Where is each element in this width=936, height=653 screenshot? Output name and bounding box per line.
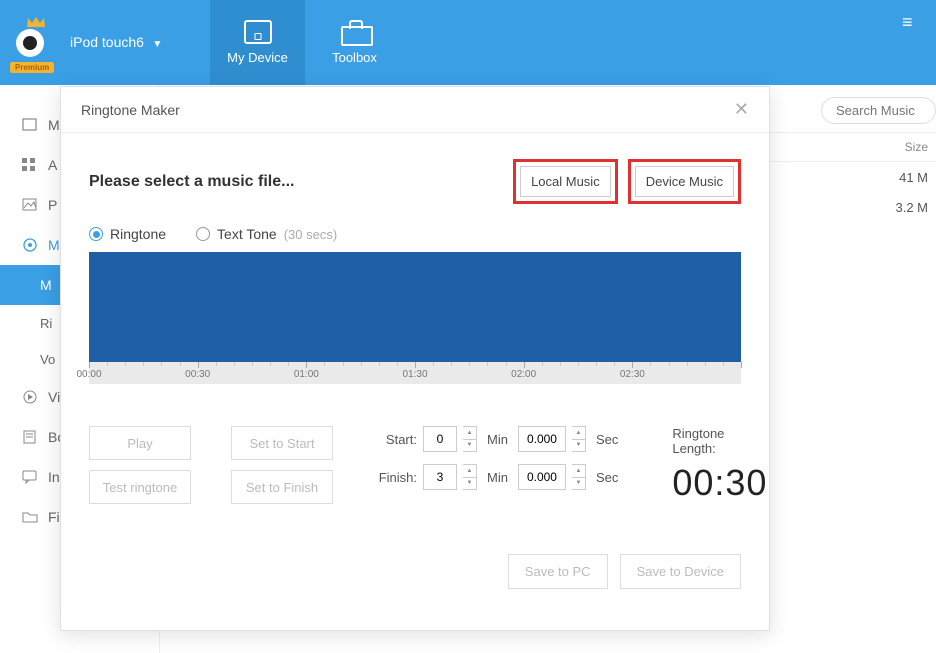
finish-min-input[interactable] — [423, 464, 457, 490]
col-size[interactable]: Size — [876, 140, 936, 154]
spinner[interactable]: ▲▼ — [463, 426, 477, 452]
tone-type-group: Ringtone Text Tone(30 secs) — [89, 226, 741, 242]
ringtone-length: Ringtone Length: 00:30 — [672, 426, 767, 504]
photo-icon — [22, 198, 38, 212]
toolbox-icon — [341, 20, 369, 44]
time-mark: 01:30 — [402, 369, 427, 380]
time-mark: 00:00 — [76, 369, 101, 380]
start-sec-input[interactable] — [518, 426, 566, 452]
grid-icon — [22, 118, 38, 132]
modal-title: Ringtone Maker — [81, 102, 180, 118]
save-to-device-button[interactable]: Save to Device — [620, 554, 741, 589]
time-mark: 02:30 — [620, 369, 645, 380]
save-to-pc-button[interactable]: Save to PC — [508, 554, 608, 589]
length-value: 00:30 — [672, 462, 767, 504]
device-selector[interactable]: iPod touch6 ▼ — [70, 34, 162, 52]
folder-icon — [22, 510, 38, 524]
start-time-row: Start: ▲▼ Min ▲▼ Sec — [373, 426, 622, 452]
app-logo: Premium — [12, 19, 60, 67]
device-music-highlight: Device Music — [628, 159, 741, 204]
set-start-button[interactable]: Set to Start — [231, 426, 333, 460]
set-finish-button[interactable]: Set to Finish — [231, 470, 333, 504]
modal-header: Ringtone Maker ✕ — [61, 87, 769, 133]
time-mark: 02:00 — [511, 369, 536, 380]
menu-icon[interactable]: ≡ — [902, 12, 922, 33]
music-icon — [22, 238, 38, 252]
device-icon — [244, 20, 272, 44]
chevron-down-icon: ▼ — [152, 39, 162, 50]
tab-my-device[interactable]: My Device — [210, 0, 305, 85]
ringtone-maker-modal: Ringtone Maker ✕ Please select a music f… — [60, 86, 770, 631]
start-min-input[interactable] — [423, 426, 457, 452]
nav-tabs: My Device Toolbox — [210, 0, 402, 85]
logo-area: Premium iPod touch6 ▼ — [0, 0, 210, 85]
premium-badge: Premium — [10, 62, 54, 73]
local-music-button[interactable]: Local Music — [520, 166, 611, 197]
apps-icon — [22, 158, 38, 172]
book-icon — [22, 430, 38, 444]
select-prompt: Please select a music file... — [89, 173, 294, 191]
play-button[interactable]: Play — [89, 426, 191, 460]
top-bar: Premium iPod touch6 ▼ My Device Toolbox … — [0, 0, 936, 85]
local-music-highlight: Local Music — [513, 159, 618, 204]
time-mark: 01:00 — [294, 369, 319, 380]
tab-toolbox[interactable]: Toolbox — [307, 0, 402, 85]
spinner[interactable]: ▲▼ — [463, 464, 477, 490]
search-input[interactable] — [821, 97, 936, 124]
radio-icon — [89, 227, 103, 241]
play-icon — [22, 390, 38, 404]
finish-time-row: Finish: ▲▼ Min ▲▼ Sec — [373, 464, 622, 490]
spinner[interactable]: ▲▼ — [572, 464, 586, 490]
time-ruler: 00:0000:3001:0001:3002:0002:30 — [89, 362, 741, 384]
finish-sec-input[interactable] — [518, 464, 566, 490]
chat-icon — [22, 470, 38, 484]
radio-texttone[interactable]: Text Tone(30 secs) — [196, 226, 337, 242]
radio-ringtone[interactable]: Ringtone — [89, 226, 166, 242]
close-icon[interactable]: ✕ — [734, 99, 749, 120]
spinner[interactable]: ▲▼ — [572, 426, 586, 452]
device-music-button[interactable]: Device Music — [635, 166, 734, 197]
time-mark: 00:30 — [185, 369, 210, 380]
test-ringtone-button[interactable]: Test ringtone — [89, 470, 191, 504]
waveform-area[interactable] — [89, 252, 741, 362]
radio-icon — [196, 227, 210, 241]
